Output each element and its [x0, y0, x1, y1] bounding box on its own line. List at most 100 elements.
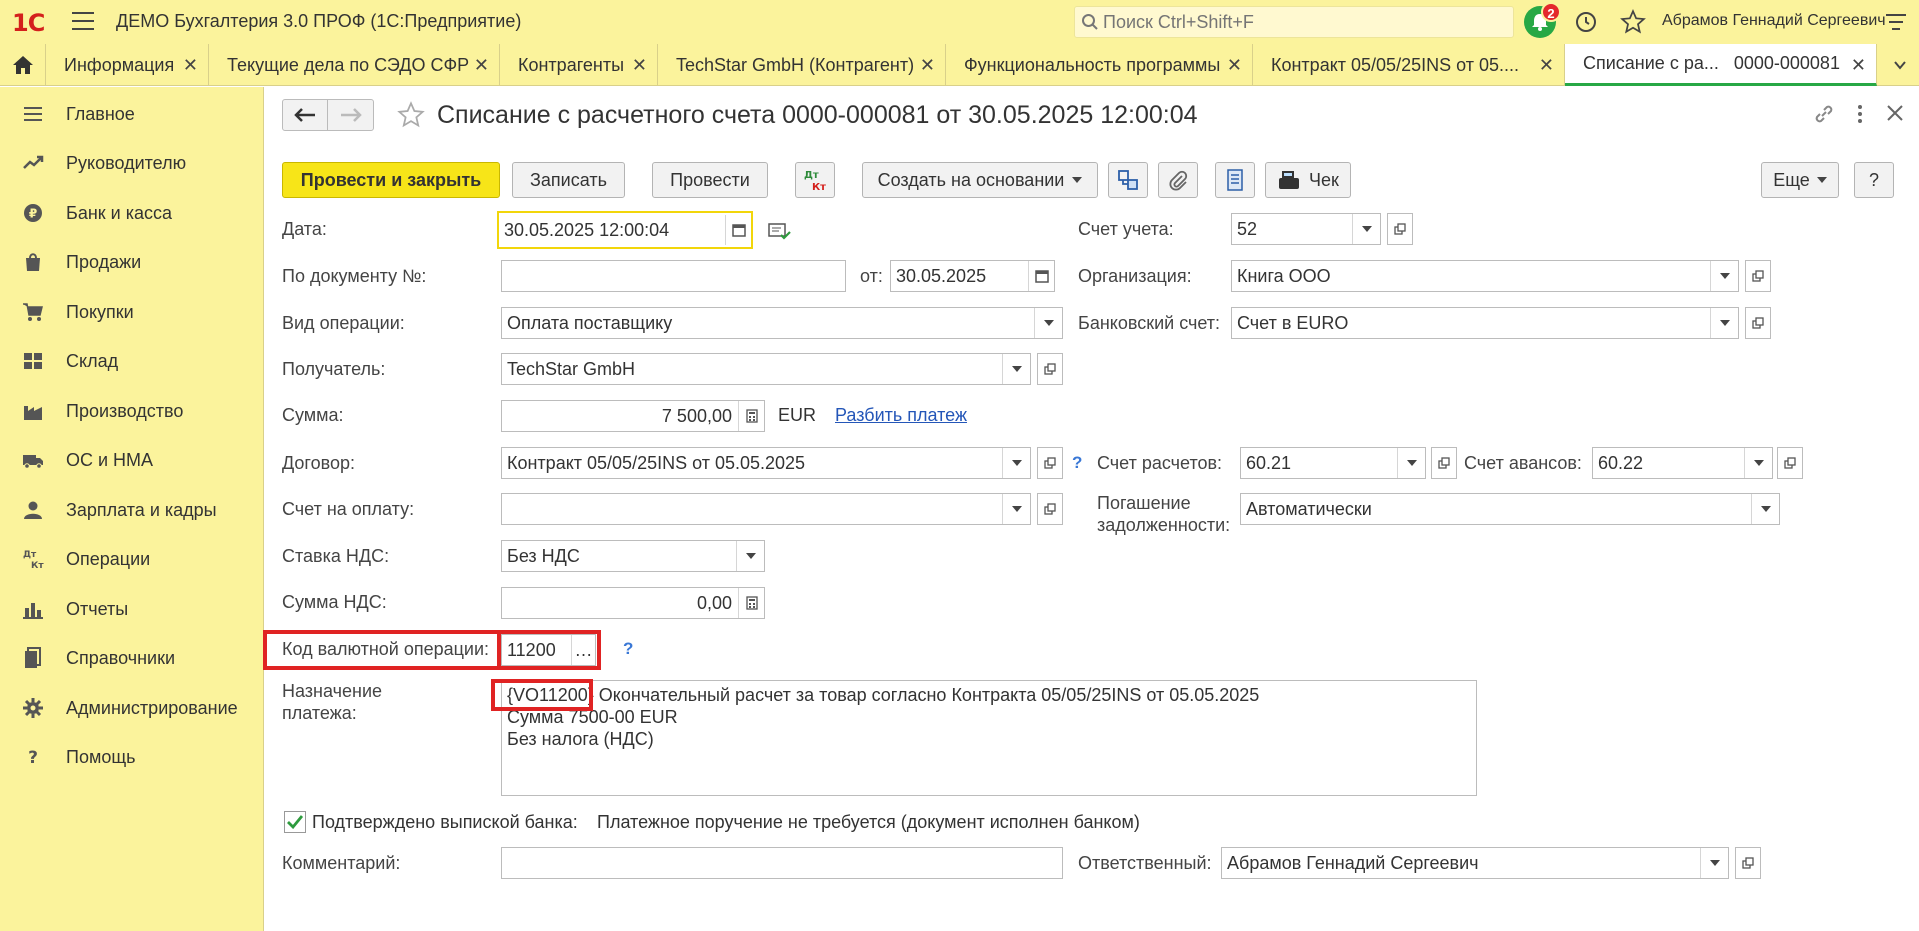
forward-button[interactable]	[328, 100, 373, 130]
add-favorite-star-icon[interactable]	[397, 101, 425, 129]
close-icon[interactable]: ✕	[632, 55, 647, 76]
history-icon[interactable]	[1574, 10, 1598, 34]
settings-menu-icon[interactable]	[1884, 11, 1908, 33]
chevron-down-icon[interactable]	[1034, 308, 1062, 338]
comment-field[interactable]	[501, 847, 1063, 879]
sidebar-item-sales[interactable]: Продажи	[0, 240, 264, 284]
report-button[interactable]	[1215, 162, 1255, 198]
calendar-icon[interactable]	[725, 215, 751, 245]
recipient-field[interactable]: TechStar GmbH	[501, 353, 1031, 385]
close-icon[interactable]	[1885, 103, 1905, 123]
structure-button[interactable]	[1108, 162, 1148, 198]
doc-number-field[interactable]	[501, 260, 846, 292]
close-icon[interactable]: ✕	[1539, 55, 1554, 76]
dt-kt-button[interactable]: Дт Кт	[795, 162, 835, 198]
search-input[interactable]	[1103, 10, 1503, 34]
open-organization-button[interactable]	[1745, 260, 1771, 292]
sidebar-item-help[interactable]: ? Помощь	[0, 735, 264, 779]
receipt-button[interactable]: Чек	[1265, 162, 1351, 198]
create-based-on-button[interactable]: Создать на основании	[862, 162, 1098, 198]
open-settlement-account-button[interactable]	[1431, 447, 1457, 479]
split-payment-link[interactable]: Разбить платеж	[835, 405, 967, 426]
open-responsible-button[interactable]	[1735, 847, 1761, 879]
amount-field[interactable]: 7 500,00	[501, 400, 765, 432]
tab-techstar[interactable]: TechStar GmbH (Контрагент) ✕	[658, 44, 946, 86]
save-button[interactable]: Записать	[512, 162, 625, 198]
debt-repayment-select[interactable]: Автоматически	[1240, 493, 1780, 525]
bank-account-field[interactable]: Счет в EURO	[1231, 307, 1739, 339]
tab-counterparties[interactable]: Контрагенты ✕	[500, 44, 658, 86]
attach-button[interactable]	[1158, 162, 1198, 198]
responsible-field[interactable]: Абрамов Геннадий Сергеевич	[1221, 847, 1729, 879]
operation-type-select[interactable]: Оплата поставщику	[501, 307, 1063, 339]
more-vertical-icon[interactable]	[1857, 103, 1863, 125]
calculator-icon[interactable]	[738, 588, 764, 618]
chevron-down-icon[interactable]	[1002, 494, 1030, 524]
account-select[interactable]: 52	[1231, 213, 1381, 245]
tab-functionality[interactable]: Функциональность программы ✕	[946, 44, 1253, 86]
open-contract-button[interactable]	[1037, 447, 1063, 479]
open-account-button[interactable]	[1387, 213, 1413, 245]
currency-operation-field[interactable]: 11200 …	[501, 634, 596, 666]
sidebar-item-warehouse[interactable]: Склад	[0, 339, 264, 383]
post-button[interactable]: Провести	[652, 162, 768, 198]
history-edit-icon[interactable]	[768, 221, 792, 241]
close-icon[interactable]: ✕	[183, 55, 198, 76]
sidebar-item-reports[interactable]: Отчеты	[0, 587, 264, 631]
invoice-field[interactable]	[501, 493, 1031, 525]
open-invoice-button[interactable]	[1037, 493, 1063, 525]
chevron-down-icon[interactable]	[1710, 308, 1738, 338]
chevron-down-icon[interactable]	[1397, 448, 1425, 478]
date-field[interactable]: 30.05.2025 12:00:04	[497, 211, 753, 249]
contract-help-icon[interactable]: ?	[1072, 453, 1082, 473]
tab-write-off[interactable]: Списание с ра... 0000-000081 ✕	[1565, 44, 1877, 86]
chevron-down-icon[interactable]	[1710, 261, 1738, 291]
payment-purpose-textarea[interactable]: {VO11200} Окончательный расчет за товар …	[501, 680, 1477, 796]
more-button[interactable]: Еще	[1761, 162, 1839, 198]
main-menu-icon[interactable]	[72, 12, 94, 30]
open-bank-account-button[interactable]	[1745, 307, 1771, 339]
calendar-icon[interactable]	[1028, 261, 1054, 291]
sidebar-item-production[interactable]: Производство	[0, 389, 264, 433]
sidebar-item-main[interactable]: Главное	[0, 92, 264, 136]
chevron-down-icon[interactable]	[1002, 448, 1030, 478]
chevron-down-icon[interactable]	[1751, 494, 1779, 524]
tabs-more-icon[interactable]	[1880, 44, 1919, 86]
vat-sum-field[interactable]: 0,00	[501, 587, 765, 619]
sidebar-item-salary[interactable]: Зарплата и кадры	[0, 488, 264, 532]
bank-confirmed-checkbox[interactable]	[284, 811, 306, 833]
open-advance-account-button[interactable]	[1777, 447, 1803, 479]
currency-operation-help-icon[interactable]: ?	[623, 639, 633, 659]
back-button[interactable]	[283, 100, 329, 130]
contract-field[interactable]: Контракт 05/05/25INS от 05.05.2025	[501, 447, 1031, 479]
advance-account-select[interactable]: 60.22	[1592, 447, 1773, 479]
open-recipient-button[interactable]	[1037, 353, 1063, 385]
sidebar-item-operations[interactable]: Дт Кт Операции	[0, 537, 264, 581]
chevron-down-icon[interactable]	[736, 541, 764, 571]
chevron-down-icon[interactable]	[1744, 448, 1772, 478]
sidebar-item-manager[interactable]: Руководителю	[0, 141, 264, 185]
sidebar-item-references[interactable]: Справочники	[0, 636, 264, 680]
help-button[interactable]: ?	[1854, 162, 1894, 198]
tab-contract[interactable]: Контракт 05/05/25INS от 05.... ✕	[1253, 44, 1565, 86]
sidebar-item-purchases[interactable]: Покупки	[0, 290, 264, 334]
chevron-down-icon[interactable]	[1700, 848, 1728, 878]
link-icon[interactable]	[1813, 103, 1835, 125]
calculator-icon[interactable]	[738, 401, 764, 431]
close-icon[interactable]: ✕	[1851, 55, 1866, 76]
current-user[interactable]: Абрамов Геннадий Сергеевич	[1662, 12, 1886, 30]
sidebar-item-bank[interactable]: ₽ Банк и касса	[0, 191, 264, 235]
tab-information[interactable]: Информация ✕	[46, 44, 209, 86]
doc-date-field[interactable]: 30.05.2025	[890, 260, 1055, 292]
close-icon[interactable]: ✕	[1227, 55, 1242, 76]
sidebar-item-fixed-assets[interactable]: ОС и НМА	[0, 438, 264, 482]
organization-field[interactable]: Книга ООО	[1231, 260, 1739, 292]
post-and-close-button[interactable]: Провести и закрыть	[282, 162, 500, 198]
close-icon[interactable]: ✕	[920, 55, 935, 76]
home-tab[interactable]	[0, 44, 46, 86]
app-logo[interactable]: 1С	[12, 9, 45, 37]
vat-rate-select[interactable]: Без НДС	[501, 540, 765, 572]
close-icon[interactable]: ✕	[474, 55, 489, 76]
search-box[interactable]	[1074, 6, 1514, 38]
favorites-star-icon[interactable]	[1620, 9, 1646, 35]
